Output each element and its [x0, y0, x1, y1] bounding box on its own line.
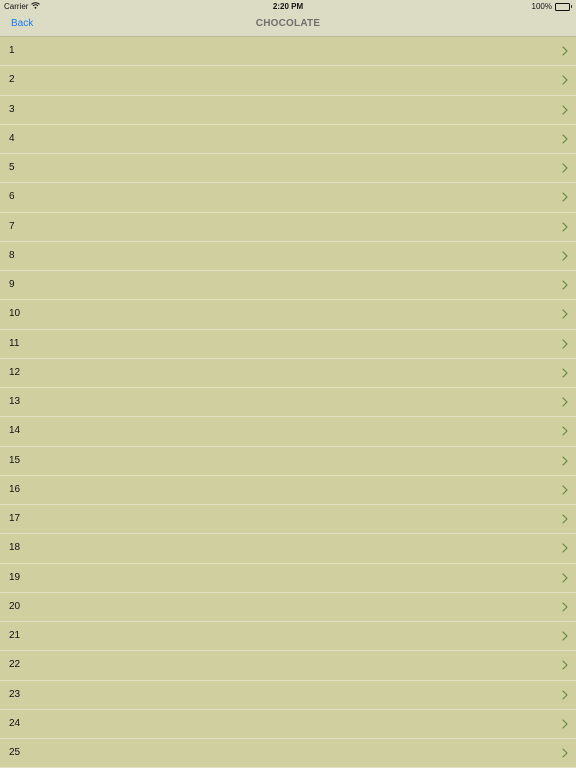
chevron-right-icon — [562, 368, 568, 378]
chevron-right-icon — [562, 660, 568, 670]
list-item[interactable]: 17 — [0, 505, 576, 535]
chevron-right-icon — [562, 75, 568, 85]
list-item-label: 2 — [9, 74, 15, 86]
list-item[interactable]: 13 — [0, 388, 576, 418]
list-item-label: 11 — [9, 337, 20, 349]
list-item-label: 23 — [9, 688, 21, 700]
list-item[interactable]: 8 — [0, 242, 576, 271]
list-item-label: 25 — [9, 747, 21, 758]
chevron-right-icon — [562, 485, 568, 495]
chevron-right-icon — [562, 338, 568, 349]
list-item[interactable]: 14 — [0, 417, 576, 447]
chevron-right-icon — [562, 748, 568, 758]
list-item-label: 21 — [9, 630, 21, 641]
list-item[interactable]: 20 — [0, 593, 576, 622]
list-item-label: 15 — [9, 454, 21, 466]
item-list: 1 2 3 4 5 6 7 8 9 10 11 12 13 14 15 16 17 18 19 20 21 22 23 24 2… — [0, 37, 576, 768]
chevron-right-icon — [562, 572, 568, 583]
list-item[interactable]: 22 — [0, 651, 576, 681]
chevron-right-icon — [562, 426, 568, 436]
chevron-right-icon — [562, 455, 568, 466]
list-item-label: 20 — [9, 600, 21, 612]
list-item-label: 24 — [9, 717, 21, 729]
chevron-right-icon — [562, 163, 568, 173]
list-item[interactable]: 24 — [0, 710, 576, 739]
list-item[interactable]: 6 — [0, 183, 576, 213]
list-item-label: 19 — [9, 571, 21, 583]
page-title: CHOCOLATE — [255, 18, 321, 29]
chevron-right-icon — [562, 192, 568, 202]
battery-group: 100% — [532, 0, 572, 13]
list-item-label: 22 — [9, 659, 21, 671]
list-item-label: 5 — [9, 162, 15, 173]
navigation-bar: Back CHOCOLATE — [0, 13, 576, 37]
list-item[interactable]: 16 — [0, 476, 576, 505]
chevron-right-icon — [562, 251, 568, 261]
chevron-right-icon — [562, 134, 568, 144]
list-item[interactable]: 5 — [0, 154, 576, 184]
list-item[interactable]: 9 — [0, 271, 576, 301]
list-item-label: 18 — [9, 542, 21, 554]
chevron-right-icon — [562, 397, 568, 407]
list-item[interactable]: 19 — [0, 564, 576, 593]
list-item-label: 17 — [9, 513, 21, 524]
list-item-label: 9 — [9, 279, 15, 290]
battery-icon — [555, 2, 572, 11]
list-item[interactable]: 12 — [0, 359, 576, 388]
list-item-label: 12 — [9, 366, 21, 378]
list-item-label: 4 — [9, 132, 15, 144]
list-item[interactable]: 25 — [0, 739, 576, 768]
list-item[interactable]: 10 — [0, 300, 576, 330]
list-item[interactable]: 21 — [0, 622, 576, 652]
list-item-label: 13 — [9, 396, 21, 407]
chevron-right-icon — [562, 631, 568, 641]
chevron-right-icon — [562, 46, 568, 56]
list-item[interactable]: 15 — [0, 447, 576, 476]
chevron-right-icon — [562, 221, 568, 232]
list-item-label: 16 — [9, 483, 21, 495]
list-item-label: 7 — [9, 220, 15, 232]
chevron-right-icon — [562, 543, 568, 553]
list-item-label: 8 — [9, 249, 15, 261]
list-item-label: 14 — [9, 425, 21, 437]
list-item[interactable]: 11 — [0, 330, 576, 359]
list-item[interactable]: 18 — [0, 534, 576, 564]
list-item[interactable]: 23 — [0, 681, 576, 710]
chevron-right-icon — [562, 514, 568, 524]
status-bar: Carrier 2:20 PM 100% — [0, 0, 576, 13]
chevron-right-icon — [562, 602, 568, 612]
battery-percent: 100% — [531, 2, 552, 11]
chevron-right-icon — [562, 280, 568, 290]
chevron-right-icon — [562, 309, 568, 319]
status-time: 2:20 PM — [272, 2, 304, 11]
chevron-right-icon — [562, 719, 568, 729]
list-item[interactable]: 3 — [0, 96, 576, 125]
list-item[interactable]: 4 — [0, 125, 576, 154]
list-item-label: 6 — [9, 191, 15, 203]
chevron-right-icon — [562, 689, 568, 700]
chevron-right-icon — [562, 104, 568, 115]
list-item-label: 10 — [9, 308, 21, 320]
list-item[interactable]: 1 — [0, 37, 576, 67]
list-item-label: 3 — [9, 103, 15, 115]
list-item[interactable]: 2 — [0, 66, 576, 96]
list-item-label: 1 — [9, 45, 15, 56]
list-item[interactable]: 7 — [0, 213, 576, 242]
